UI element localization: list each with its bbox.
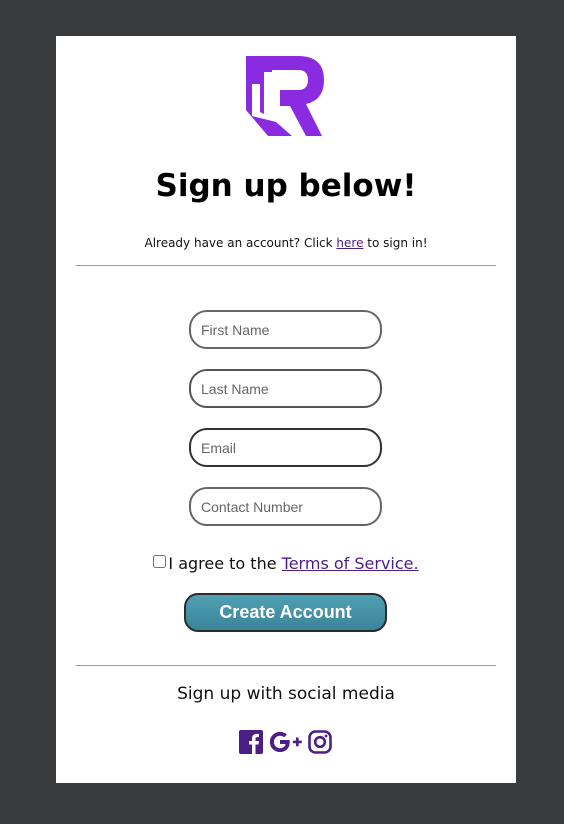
terms-label: I agree to the <box>168 554 282 573</box>
page-title: Sign up below! <box>155 168 417 204</box>
signin-prompt: Already have an account? Click here to s… <box>56 236 516 250</box>
brand-logo-icon <box>246 56 324 136</box>
first-name-input[interactable] <box>189 310 382 349</box>
create-account-button[interactable]: Create Account <box>184 593 387 632</box>
signin-prompt-prefix: Already have an account? Click <box>144 236 337 250</box>
terms-checkbox[interactable] <box>153 555 167 568</box>
email-input[interactable] <box>189 428 382 467</box>
instagram-icon[interactable] <box>308 730 332 754</box>
signup-card: Sign up below! Already have an account? … <box>56 36 516 783</box>
facebook-icon[interactable] <box>239 730 263 754</box>
social-signup-title: Sign up with social media <box>177 684 395 704</box>
terms-link[interactable]: Terms of Service. <box>282 554 419 573</box>
signin-link[interactable]: here <box>336 236 363 250</box>
terms-agreement: I agree to the Terms of Service. <box>56 554 516 573</box>
contact-number-input[interactable] <box>189 487 382 526</box>
social-icons <box>239 730 339 756</box>
google-plus-icon[interactable] <box>269 730 303 754</box>
top-divider <box>76 265 496 266</box>
signin-prompt-suffix: to sign in! <box>363 236 428 250</box>
bottom-divider <box>76 665 496 666</box>
last-name-input[interactable] <box>189 369 382 408</box>
